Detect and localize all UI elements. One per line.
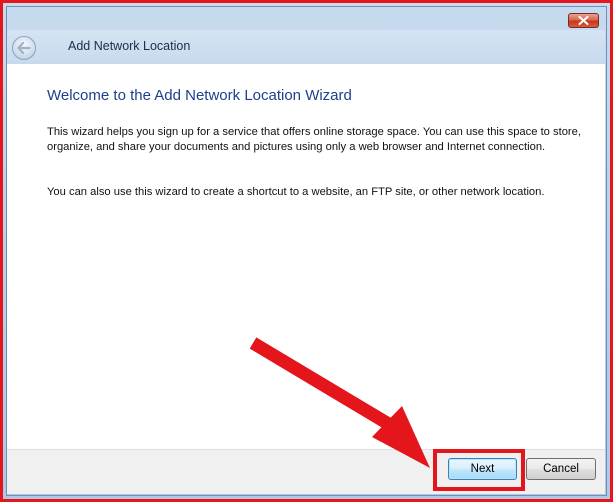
close-button[interactable] xyxy=(568,13,599,28)
back-arrow-icon xyxy=(17,42,31,54)
close-icon xyxy=(578,16,589,25)
button-bar: Next Cancel xyxy=(7,449,605,494)
window-title: Add Network Location xyxy=(68,39,191,53)
back-button[interactable] xyxy=(12,36,36,60)
wizard-content: Welcome to the Add Network Location Wiza… xyxy=(7,63,605,450)
shortcut-paragraph: You can also use this wizard to create a… xyxy=(47,186,545,198)
description-paragraph: This wizard helps you sign up for a serv… xyxy=(47,126,581,153)
next-button[interactable]: Next xyxy=(448,458,517,480)
page-title: Welcome to the Add Network Location Wiza… xyxy=(47,87,352,104)
cancel-button[interactable]: Cancel xyxy=(526,458,596,480)
